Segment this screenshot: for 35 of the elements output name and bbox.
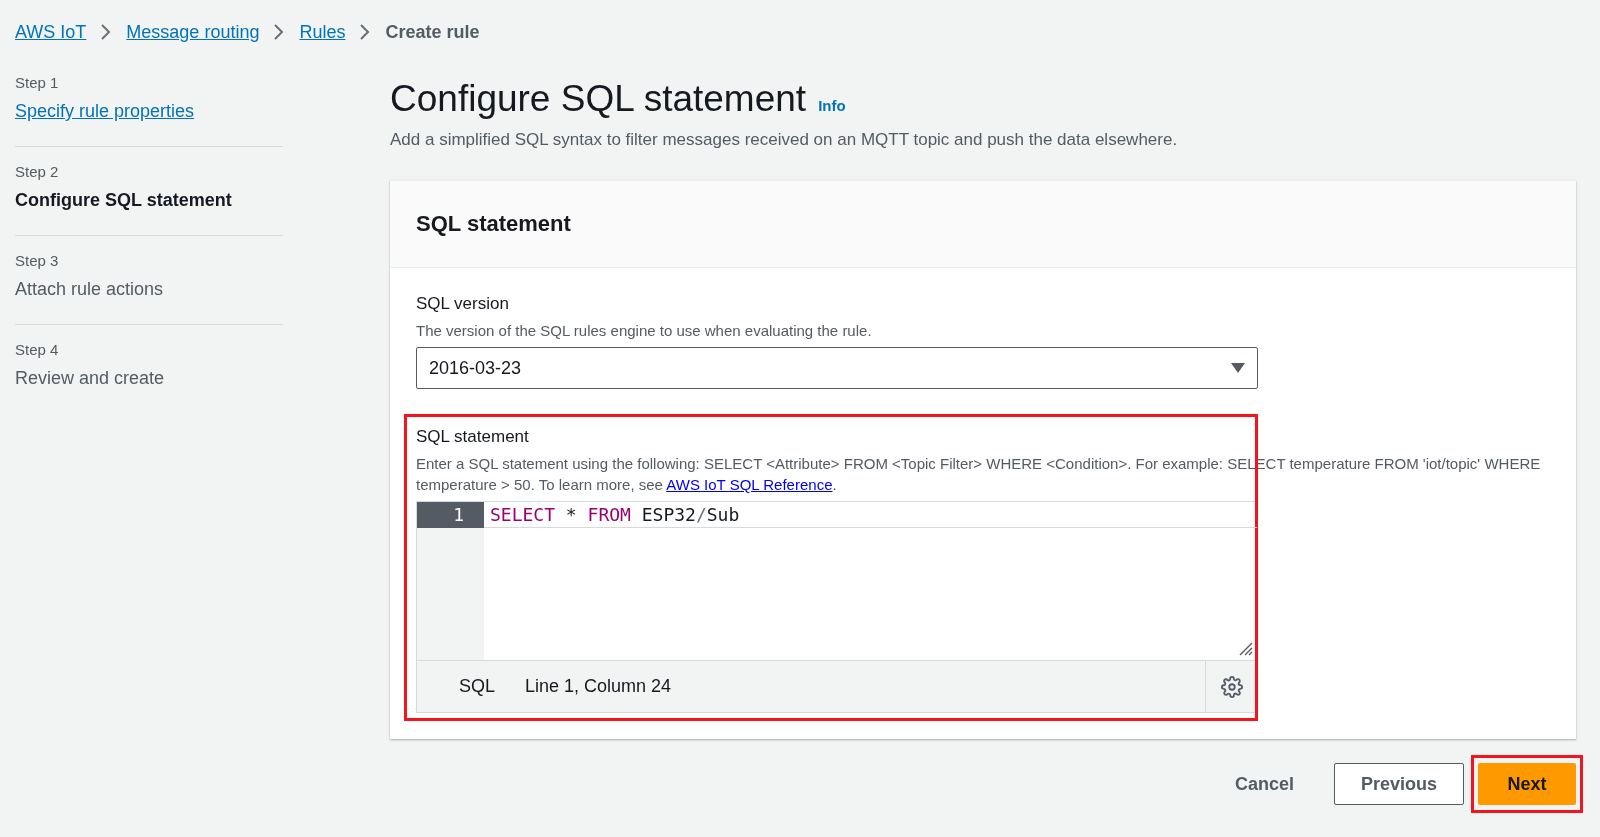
line-number: 1 (417, 502, 484, 528)
info-link[interactable]: Info (818, 97, 846, 114)
breadcrumb-current-page: Create rule (385, 21, 480, 43)
step-link[interactable]: Review and create (15, 368, 165, 389)
field-label: SQL version (416, 294, 510, 314)
step-link[interactable]: Attach rule actions (15, 279, 164, 300)
chevron-right-icon (359, 23, 372, 41)
reference-link[interactable]: AWS IoT SQL Reference (666, 476, 833, 493)
chevron-right-icon (100, 23, 113, 41)
field-label: SQL statement (416, 427, 530, 447)
cancel-button[interactable]: Cancel (1208, 763, 1320, 805)
code-line: SELECT * FROM ESP32/Sub (484, 502, 1257, 528)
breadcrumb-link[interactable]: AWS IoT (15, 21, 87, 43)
step-number: Step 1 (15, 74, 60, 91)
breadcrumb-link[interactable]: Message routing (126, 21, 260, 43)
cursor-position: Line 1, Column 24 (525, 676, 673, 697)
caret-down-icon (1231, 363, 1245, 373)
next-button[interactable]: Next (1478, 763, 1576, 805)
language-label: SQL (458, 676, 497, 697)
previous-button[interactable]: Previous (1333, 763, 1464, 805)
version-dropdown[interactable]: 2016-03-23 (416, 347, 1258, 389)
step-number: Step 2 (15, 163, 60, 180)
breadcrumb-link[interactable]: Rules (299, 21, 346, 43)
field-hint: The version of the SQL rules engine to use when evaluating the rule. (416, 321, 873, 341)
settings-icon (1220, 675, 1243, 698)
chevron-right-icon (273, 23, 286, 41)
step-number: Step 3 (15, 252, 60, 269)
page-title: Configure SQL statement (390, 78, 807, 120)
step-link[interactable]: Specify rule properties (15, 101, 195, 122)
step-link[interactable]: Configure SQL statement (15, 190, 232, 211)
resize-handle-icon[interactable] (1239, 642, 1253, 656)
code-editor[interactable]: 1 SELECT * FROM ESP32/Sub SQL Line 1, Column 24 (416, 501, 1258, 713)
step-number: Step 4 (15, 341, 60, 358)
card-title: SQL statement (390, 181, 1576, 268)
page-description: Add a simplified SQL syntax to filter messages received on an MQTT topic and push the data elsewhere. (390, 130, 1179, 150)
